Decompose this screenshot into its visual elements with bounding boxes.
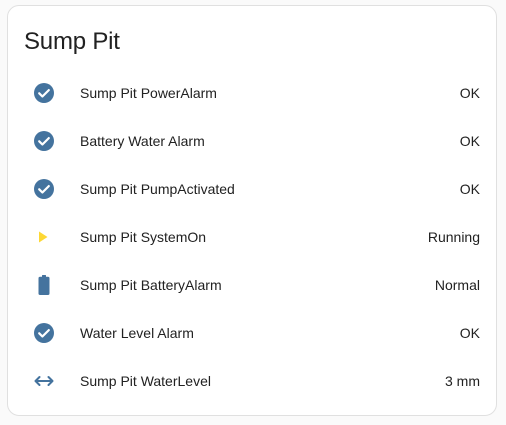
entity-state: 3 mm (445, 373, 480, 389)
entity-name: Battery Water Alarm (80, 133, 205, 149)
check-circle-icon (32, 129, 56, 153)
entity-state: OK (459, 181, 480, 197)
entity-row-sump-pit-poweralarm[interactable]: Sump Pit PowerAlarm OK (8, 69, 496, 117)
battery-icon (32, 273, 56, 297)
entities-card: Sump Pit Sump Pit PowerAlarm OK Battery … (7, 5, 497, 416)
check-circle-icon (32, 321, 56, 345)
entity-state: Normal (434, 277, 480, 293)
check-circle-icon (32, 177, 56, 201)
entity-name: Water Level Alarm (80, 325, 194, 341)
arrow-left-right-icon (32, 369, 56, 393)
entity-row-sump-pit-batteryalarm[interactable]: Sump Pit BatteryAlarm Normal (8, 261, 496, 309)
play-icon (32, 225, 56, 249)
entity-name: Sump Pit PumpActivated (80, 181, 235, 197)
entity-state: OK (459, 325, 480, 341)
entity-row-sump-pit-waterlevel[interactable]: Sump Pit WaterLevel 3 mm (8, 357, 496, 405)
entity-name: Sump Pit BatteryAlarm (80, 277, 222, 293)
entity-name: Sump Pit PowerAlarm (80, 85, 217, 101)
check-circle-icon (32, 81, 56, 105)
entity-state: OK (459, 133, 480, 149)
entity-row-battery-water-alarm[interactable]: Battery Water Alarm OK (8, 117, 496, 165)
entity-row-water-level-alarm[interactable]: Water Level Alarm OK (8, 309, 496, 357)
entity-state: OK (459, 85, 480, 101)
entity-row-sump-pit-pumpactivated[interactable]: Sump Pit PumpActivated OK (8, 165, 496, 213)
entity-list: Sump Pit PowerAlarm OK Battery Water Ala… (8, 69, 496, 405)
entity-name: Sump Pit WaterLevel (80, 373, 211, 389)
card-title: Sump Pit (24, 28, 120, 55)
entity-state: Running (427, 229, 480, 245)
entity-name: Sump Pit SystemOn (80, 229, 207, 245)
entity-row-sump-pit-systemon[interactable]: Sump Pit SystemOn Running (8, 213, 496, 261)
